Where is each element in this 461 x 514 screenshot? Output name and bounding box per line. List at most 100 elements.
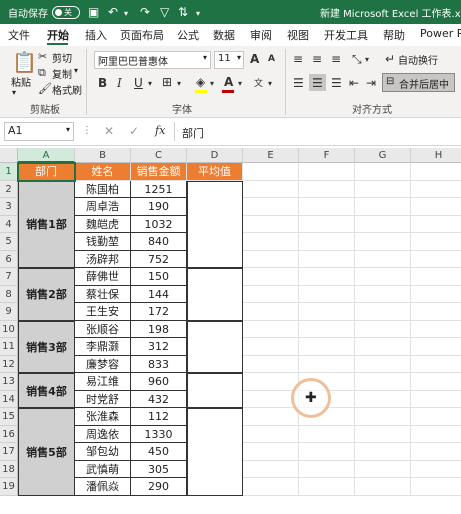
- orientation-icon[interactable]: ⤡: [352, 52, 362, 67]
- amount-cell[interactable]: 112: [131, 408, 187, 426]
- name-cell[interactable]: 时党舒: [75, 390, 131, 408]
- amount-cell[interactable]: 960: [131, 373, 187, 391]
- cell[interactable]: [411, 373, 461, 391]
- cell[interactable]: [411, 338, 461, 356]
- cell[interactable]: [243, 320, 299, 338]
- row-header-11[interactable]: 11: [0, 338, 18, 356]
- phonetic-guide-icon[interactable]: 文: [254, 76, 263, 89]
- cell[interactable]: [411, 181, 461, 198]
- cell[interactable]: [355, 390, 411, 408]
- cell[interactable]: [299, 163, 355, 181]
- cell[interactable]: [355, 215, 411, 233]
- merge-center-button[interactable]: ⊟ 合并后居中: [382, 73, 455, 92]
- tab-power-pivot[interactable]: Power Pi: [420, 27, 461, 40]
- cell[interactable]: [411, 303, 461, 321]
- name-cell[interactable]: 张顺谷: [75, 320, 131, 338]
- name-cell[interactable]: 薛佛世: [75, 268, 131, 286]
- cell[interactable]: [355, 443, 411, 461]
- column-header-f[interactable]: F: [299, 148, 355, 163]
- cell[interactable]: [299, 250, 355, 268]
- row-header-13[interactable]: 13: [0, 373, 18, 391]
- amount-cell[interactable]: 1032: [131, 215, 187, 233]
- name-cell[interactable]: 蔡壮保: [75, 285, 131, 303]
- cell[interactable]: [355, 303, 411, 321]
- cell[interactable]: [243, 478, 299, 496]
- cell[interactable]: [355, 338, 411, 356]
- amount-cell[interactable]: 290: [131, 478, 187, 496]
- cell[interactable]: [299, 355, 355, 373]
- name-cell[interactable]: 钱勤堃: [75, 233, 131, 251]
- average-merged-cell[interactable]: [187, 320, 243, 373]
- cell[interactable]: [411, 461, 461, 478]
- cell[interactable]: [411, 163, 461, 181]
- cell[interactable]: [243, 355, 299, 373]
- cell[interactable]: [355, 163, 411, 181]
- cell[interactable]: [243, 163, 299, 181]
- align-right-icon[interactable]: ☰: [331, 76, 342, 90]
- cell[interactable]: [243, 268, 299, 286]
- header-cell-a[interactable]: 部门: [18, 163, 75, 181]
- cell[interactable]: [355, 198, 411, 216]
- cell[interactable]: [411, 408, 461, 426]
- fill-color-icon[interactable]: ◈: [196, 75, 205, 89]
- phonetic-dropdown-icon[interactable]: ▾: [268, 79, 272, 88]
- name-cell[interactable]: 周逸依: [75, 425, 131, 443]
- column-header-e[interactable]: E: [243, 148, 299, 163]
- redo-icon[interactable]: ↷: [140, 5, 150, 19]
- cell[interactable]: [411, 478, 461, 496]
- amount-cell[interactable]: 1330: [131, 425, 187, 443]
- cell[interactable]: [243, 460, 299, 478]
- cut-button[interactable]: 剪切: [52, 50, 72, 65]
- copy-icon[interactable]: ⧉: [38, 66, 46, 80]
- cell[interactable]: [299, 460, 355, 478]
- decrease-indent-icon[interactable]: ⇤: [349, 76, 359, 90]
- row-header-7[interactable]: 7: [0, 268, 18, 286]
- cell[interactable]: [243, 215, 299, 233]
- cell[interactable]: [355, 373, 411, 391]
- column-header-b[interactable]: B: [75, 148, 131, 163]
- cell[interactable]: [411, 321, 461, 338]
- cell[interactable]: [355, 268, 411, 286]
- cell[interactable]: [299, 320, 355, 338]
- increase-indent-icon[interactable]: ⇥: [366, 76, 376, 90]
- borders-icon[interactable]: ⊞: [162, 75, 172, 89]
- undo-icon[interactable]: ↶: [108, 5, 118, 19]
- name-box[interactable]: A1 ▾: [4, 122, 74, 141]
- name-cell[interactable]: 王生安: [75, 303, 131, 321]
- cell[interactable]: [355, 355, 411, 373]
- header-cell-c[interactable]: 销售金额: [131, 163, 187, 181]
- cell[interactable]: [411, 443, 461, 461]
- cell[interactable]: [411, 233, 461, 251]
- cell[interactable]: [299, 268, 355, 286]
- name-cell[interactable]: 易江维: [75, 373, 131, 391]
- align-bottom-icon[interactable]: ≡: [331, 52, 341, 66]
- cell[interactable]: [243, 233, 299, 251]
- cell[interactable]: [299, 285, 355, 303]
- cell[interactable]: [411, 356, 461, 373]
- cell[interactable]: [299, 303, 355, 321]
- amount-cell[interactable]: 840: [131, 233, 187, 251]
- cell[interactable]: [299, 425, 355, 443]
- row-header-8[interactable]: 8: [0, 285, 18, 303]
- row-header-15[interactable]: 15: [0, 408, 18, 426]
- orientation-dropdown-icon[interactable]: ▾: [365, 55, 369, 64]
- cell[interactable]: [411, 426, 461, 443]
- department-merged-cell[interactable]: 销售4部: [18, 373, 75, 408]
- amount-cell[interactable]: 172: [131, 303, 187, 321]
- column-header-h[interactable]: H: [411, 148, 461, 163]
- cell[interactable]: [355, 180, 411, 198]
- amount-cell[interactable]: 305: [131, 460, 187, 478]
- amount-cell[interactable]: 1251: [131, 180, 187, 198]
- align-top-icon[interactable]: ≡: [293, 52, 303, 66]
- average-merged-cell[interactable]: [187, 180, 243, 268]
- row-header-2[interactable]: 2: [0, 180, 18, 198]
- cell[interactable]: [243, 408, 299, 426]
- cell[interactable]: [299, 180, 355, 198]
- format-painter-icon[interactable]: 🖌: [38, 82, 52, 95]
- name-cell[interactable]: 汤辟邦: [75, 250, 131, 268]
- row-header-1[interactable]: 1: [0, 163, 18, 181]
- wrap-text-icon[interactable]: ↵: [385, 52, 395, 66]
- select-all-corner[interactable]: [0, 148, 18, 163]
- shrink-font-button[interactable]: A: [268, 54, 275, 64]
- align-middle-icon[interactable]: ≡: [312, 52, 322, 66]
